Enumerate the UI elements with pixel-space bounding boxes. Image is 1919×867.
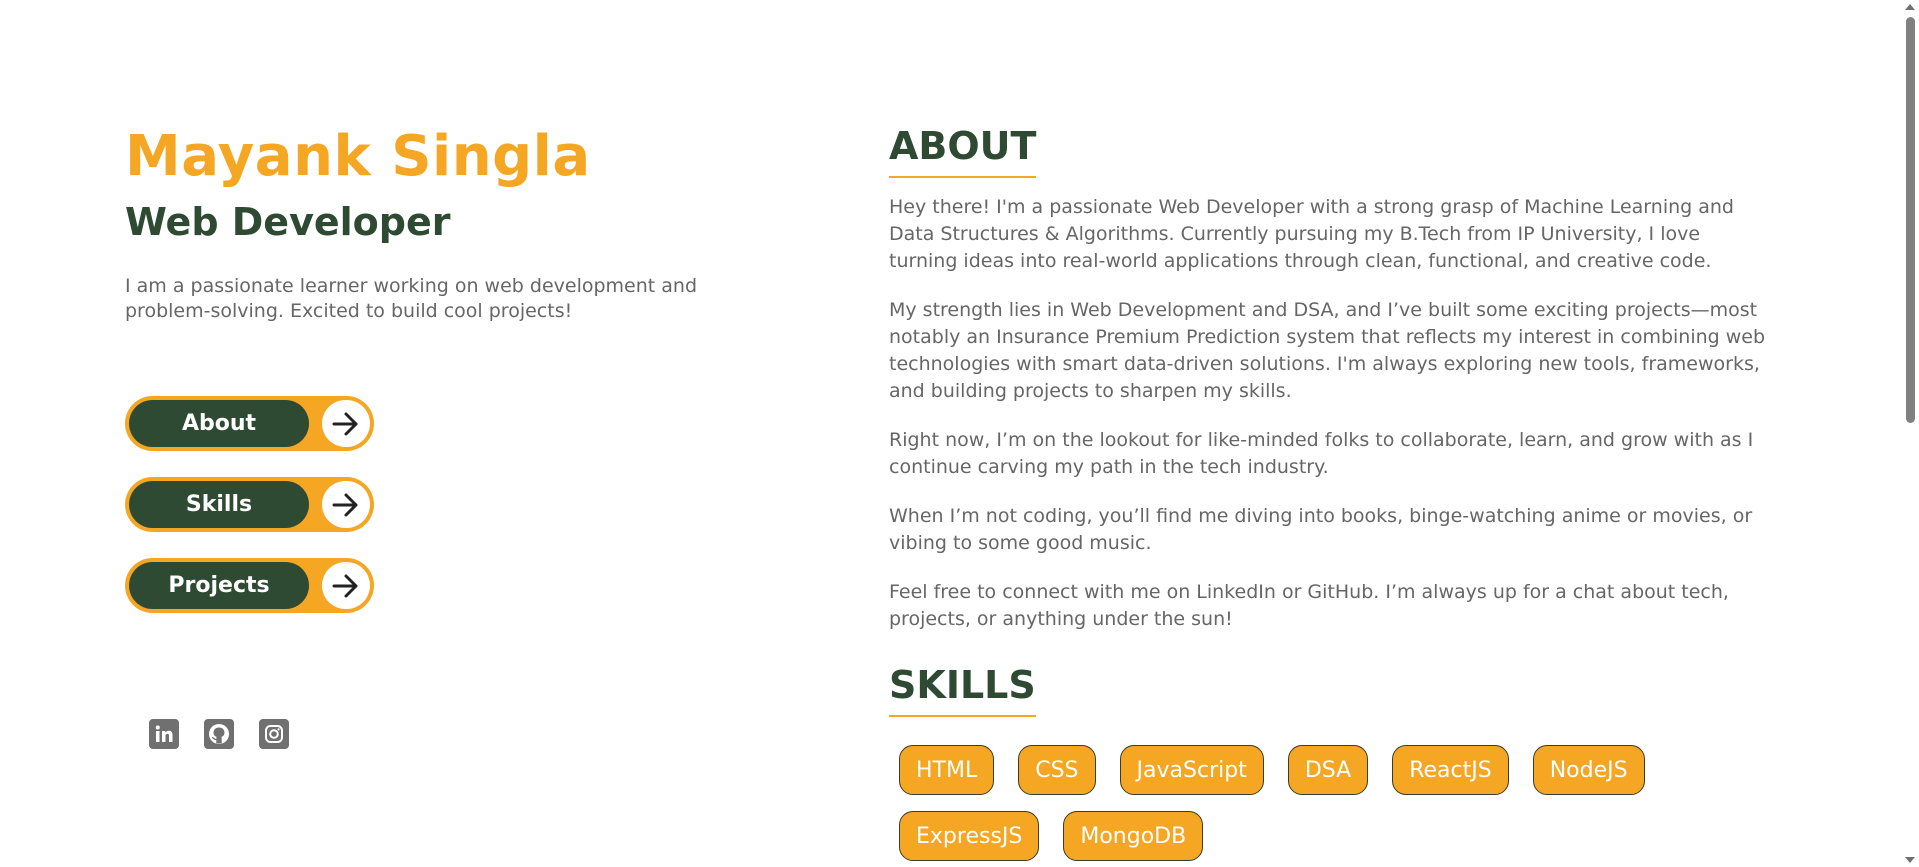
linkedin-icon[interactable] (149, 719, 179, 749)
arrow-right-icon (322, 562, 370, 609)
skill-chip: JavaScript (1119, 745, 1264, 795)
arrow-right-icon (322, 481, 370, 528)
skills-title: SKILLS (889, 659, 1036, 717)
hero-role: Web Developer (125, 200, 451, 244)
skill-chip: NodeJS (1532, 745, 1645, 795)
skill-chip: CSS (1018, 745, 1096, 795)
scroll-up-icon[interactable] (1905, 4, 1915, 10)
page: Mayank Singla Web Developer I am a passi… (0, 0, 1919, 867)
vertical-scrollbar[interactable] (1901, 0, 1919, 867)
nav-projects-label: Projects (129, 562, 309, 609)
nav-about-button[interactable]: About (125, 396, 374, 451)
skills-list: HTML CSS JavaScript DSA ReactJS NodeJS E… (899, 745, 1759, 861)
about-paragraph: Feel free to connect with me on LinkedIn… (889, 581, 1729, 630)
hero-name: Mayank Singla (125, 124, 591, 189)
hero-bio: I am a passionate learner working on web… (125, 275, 698, 322)
scroll-down-icon[interactable] (1905, 857, 1915, 863)
hero-section: Mayank Singla Web Developer I am a passi… (125, 122, 745, 324)
about-paragraph: When I’m not coding, you’ll find me divi… (889, 505, 1753, 554)
skill-chip: HTML (899, 745, 995, 795)
scrollbar-thumb[interactable] (1906, 17, 1915, 423)
skills-header: SKILLS (889, 659, 1769, 717)
nav-skills-label: Skills (129, 481, 309, 528)
about-paragraph: Right now, I’m on the lookout for like-m… (889, 429, 1754, 478)
about-title: ABOUT (889, 120, 1037, 178)
about-paragraph: My strength lies in Web Development and … (889, 299, 1766, 402)
instagram-icon[interactable] (259, 719, 289, 749)
nav-list: About Skills Projects (125, 396, 374, 639)
github-icon[interactable] (204, 719, 234, 749)
arrow-right-icon (322, 400, 370, 447)
nav-projects-button[interactable]: Projects (125, 558, 374, 613)
social-links (149, 719, 289, 749)
skill-chip: ReactJS (1392, 745, 1509, 795)
nav-skills-button[interactable]: Skills (125, 477, 374, 532)
skill-chip: DSA (1287, 745, 1369, 795)
content-section: ABOUT Hey there! I'm a passionate Web De… (889, 120, 1769, 861)
nav-about-label: About (129, 400, 309, 447)
skill-chip: MongoDB (1063, 811, 1204, 861)
skill-chip: ExpressJS (899, 811, 1040, 861)
about-paragraph: Hey there! I'm a passionate Web Develope… (889, 196, 1734, 272)
